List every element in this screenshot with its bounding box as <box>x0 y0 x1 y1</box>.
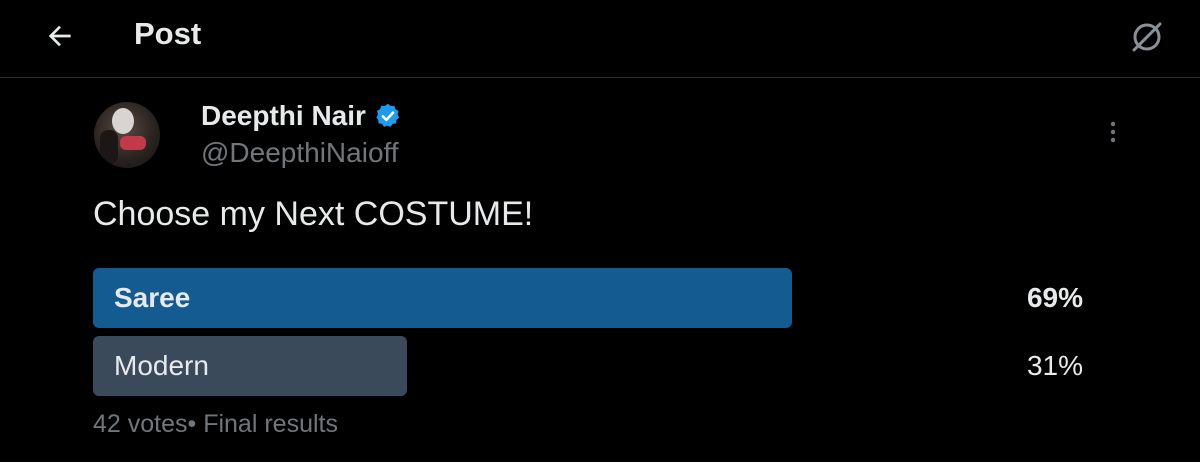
poll-option-percent: 31% <box>1026 350 1083 381</box>
author-handle[interactable]: @DeepthiNaioff <box>201 137 399 169</box>
post-text: Choose my Next COSTUME! <box>93 195 534 233</box>
top-bar: Post <box>0 0 1200 78</box>
poll-option-modern: Modern 31% <box>93 336 1093 396</box>
avatar[interactable] <box>94 102 160 168</box>
poll-option-label: Modern <box>114 350 209 381</box>
page-title: Post <box>134 16 202 51</box>
more-vertical-icon <box>1110 121 1116 143</box>
poll-option-label: Saree <box>114 282 191 313</box>
poll-option-percent: 69% <box>1026 282 1083 313</box>
poll-meta: 42 votes• Final results <box>93 410 338 438</box>
back-button[interactable] <box>38 14 82 58</box>
poll-result-bar <box>93 268 792 328</box>
display-name-text: Deepthi Nair <box>201 100 366 131</box>
grok-button[interactable] <box>1124 14 1170 60</box>
grok-icon <box>1132 22 1162 52</box>
poll-option-saree: Saree 69% <box>93 268 1093 328</box>
author-display-name[interactable]: Deepthi Nair <box>201 100 402 132</box>
verified-badge-icon <box>374 102 402 130</box>
more-options-button[interactable] <box>1097 116 1129 148</box>
arrow-left-icon <box>48 25 71 47</box>
